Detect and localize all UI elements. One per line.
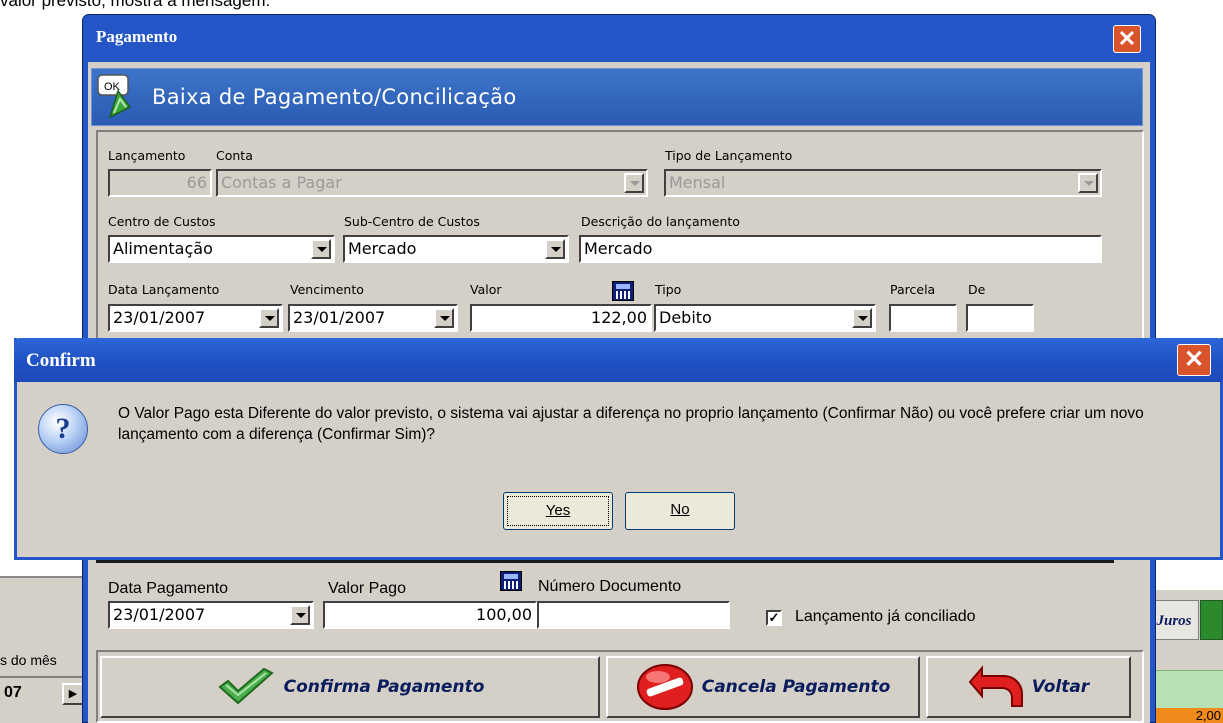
data-lancamento-label: Data Lançamento — [108, 282, 220, 297]
data-pagamento-value: 23/01/2007 — [113, 605, 206, 624]
conta-label: Conta — [216, 148, 253, 163]
numero-documento-field[interactable] — [537, 601, 730, 629]
document-caption: valor previsto, mostra a mensagem: — [0, 0, 271, 10]
dialog-title: Confirm — [26, 350, 96, 371]
juros-button[interactable]: Juros — [1149, 600, 1199, 640]
numero-documento-label: Número Documento — [538, 578, 682, 595]
vencimento-label: Vencimento — [290, 282, 364, 297]
de-label: De — [968, 282, 986, 297]
calculator-icon[interactable] — [500, 571, 522, 591]
background-next-button[interactable]: ▶ — [62, 683, 84, 705]
conta-select[interactable]: Contas a Pagar — [216, 169, 648, 197]
vencimento-select[interactable]: 23/01/2007 — [288, 304, 458, 332]
conciliado-checkbox[interactable]: ✓ — [766, 610, 782, 626]
banner-title: Baixa de Pagamento/Concilicação — [152, 85, 517, 109]
data-pagamento-select[interactable]: 23/01/2007 — [108, 601, 314, 629]
cancela-pagamento-button[interactable]: Cancela Pagamento — [606, 656, 920, 718]
window-title: Pagamento — [96, 27, 178, 46]
lancamento-label: Lançamento — [108, 148, 186, 163]
centro-custos-value: Alimentação — [113, 239, 213, 258]
voltar-button[interactable]: Voltar — [926, 656, 1131, 718]
cancela-pagamento-label: Cancela Pagamento — [701, 677, 891, 697]
yes-label: Yes — [545, 502, 571, 519]
chevron-down-icon[interactable] — [624, 173, 644, 193]
data-lancamento-value: 23/01/2007 — [113, 308, 206, 327]
centro-custos-select[interactable]: Alimentação — [108, 235, 335, 263]
tipo-select[interactable]: Debito — [654, 304, 876, 332]
dialog-titlebar — [14, 338, 1223, 382]
voltar-label: Voltar — [1031, 677, 1090, 697]
background-month-label: s do mês — [0, 652, 57, 668]
valor-field[interactable]: 122,00 — [470, 304, 652, 332]
no-button[interactable]: No — [625, 492, 735, 530]
data-pagamento-label: Data Pagamento — [108, 580, 229, 597]
subcentro-custos-value: Mercado — [348, 239, 417, 258]
chevron-down-icon[interactable] — [290, 605, 310, 625]
centro-custos-label: Centro de Custos — [108, 214, 216, 229]
tipo-lancamento-value: Mensal — [669, 173, 726, 192]
chevron-down-icon[interactable] — [434, 308, 454, 328]
chevron-down-icon[interactable] — [1078, 173, 1098, 193]
question-icon: ? — [38, 404, 88, 454]
tipo-value: Debito — [659, 308, 712, 327]
valor-pago-label: Valor Pago — [328, 580, 406, 597]
lancamento-field[interactable]: 66 — [108, 169, 212, 197]
background-year-label: 07 — [4, 684, 22, 701]
parcela-field[interactable] — [889, 304, 957, 332]
tipo-label: Tipo — [655, 282, 682, 297]
undo-arrow-icon — [968, 665, 1023, 707]
green-action-button[interactable] — [1200, 600, 1223, 640]
valor-pago-field[interactable]: 100,00 — [323, 601, 537, 629]
conta-value: Contas a Pagar — [221, 173, 342, 192]
descricao-label: Descrição do lançamento — [581, 214, 740, 229]
de-field[interactable] — [966, 304, 1034, 332]
chevron-down-icon[interactable] — [852, 308, 872, 328]
window-close-button[interactable]: ✕ — [1113, 25, 1141, 53]
yes-button[interactable]: Yes — [503, 492, 613, 530]
valor-label: Valor — [470, 282, 502, 297]
dialog-message: O Valor Pago esta Diferente do valor pre… — [118, 405, 1144, 443]
dialog-close-button[interactable]: ✕ — [1177, 344, 1211, 376]
confirma-pagamento-button[interactable]: Confirma Pagamento — [100, 656, 600, 718]
chevron-down-icon[interactable] — [545, 239, 565, 259]
descricao-field[interactable]: Mercado — [579, 235, 1102, 263]
cancel-icon — [636, 664, 693, 710]
confirma-pagamento-label: Confirma Pagamento — [283, 677, 485, 697]
chevron-down-icon[interactable] — [311, 239, 331, 259]
no-label: No — [670, 501, 690, 518]
background-green-bar — [1153, 670, 1223, 708]
ok-icon: OK — [97, 74, 132, 119]
data-lancamento-select[interactable]: 23/01/2007 — [108, 304, 283, 332]
chevron-down-icon[interactable] — [259, 308, 279, 328]
vencimento-value: 23/01/2007 — [293, 308, 386, 327]
tipo-lancamento-select[interactable]: Mensal — [664, 169, 1102, 197]
subcentro-custos-select[interactable]: Mercado — [343, 235, 569, 263]
background-value-cell: 2,00 — [1153, 708, 1223, 723]
calculator-icon[interactable] — [612, 281, 634, 301]
parcela-label: Parcela — [890, 282, 936, 297]
check-icon — [218, 667, 274, 705]
tipo-lancamento-label: Tipo de Lançamento — [665, 148, 793, 163]
conciliado-label: Lançamento já conciliado — [795, 608, 976, 625]
subcentro-custos-label: Sub-Centro de Custos — [344, 214, 480, 229]
